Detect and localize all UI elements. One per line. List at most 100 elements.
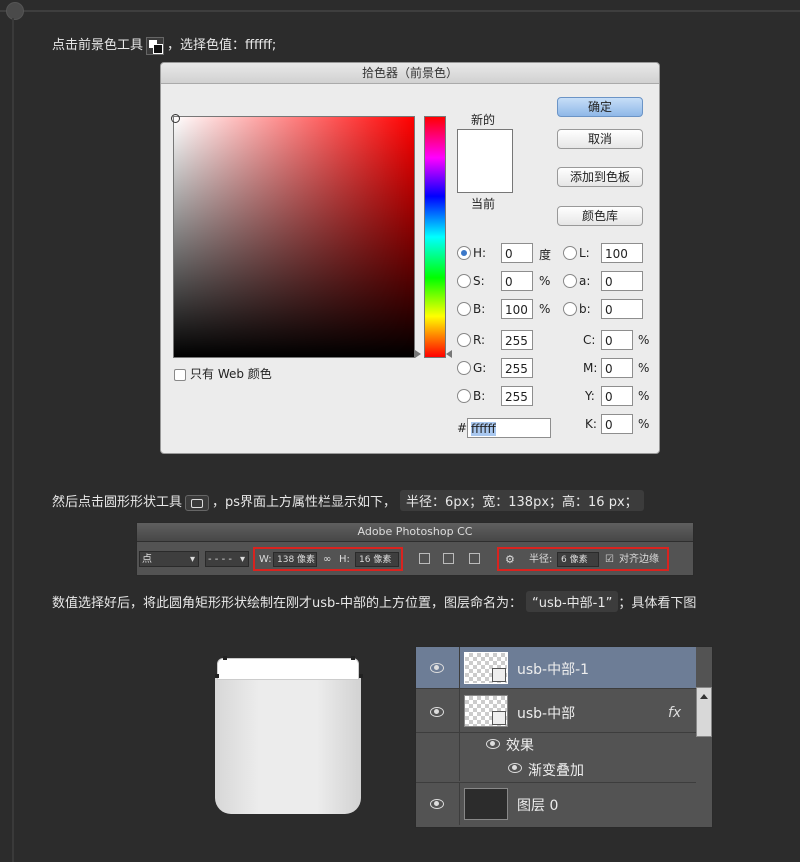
gear-icon[interactable]: ⚙	[505, 552, 515, 567]
lab-b-label: b:	[579, 302, 591, 316]
radius-input[interactable]: 6 像素	[557, 552, 599, 567]
layer-usb-middle[interactable]: usb-中部	[416, 689, 696, 781]
step3-text-before: 数值选择好后，将此圆角矩形形状绘制在刚才usb-中部的上方位置，图层命名为：	[52, 596, 522, 611]
path-alignment-icon[interactable]	[443, 553, 454, 564]
black-input[interactable]: 0	[601, 414, 633, 434]
cyan-unit: %	[638, 333, 650, 347]
yellow-input[interactable]: 0	[601, 386, 633, 406]
step1-value: ffffff;	[245, 38, 277, 53]
step2-text-after: ，ps界面上方属性栏显示如下，	[212, 495, 397, 510]
eye-icon[interactable]	[430, 707, 444, 717]
path-operations-icon[interactable]	[419, 553, 430, 564]
color-field[interactable]	[171, 114, 415, 358]
radius-label: 半径:	[529, 554, 553, 565]
layer-name: 图层 0	[517, 798, 559, 814]
foreground-color-tool-icon	[146, 36, 165, 55]
layer-thumbnail	[464, 788, 508, 820]
usb-body	[215, 678, 361, 814]
path-arrangement-icon[interactable]	[469, 553, 480, 564]
usb-shape-preview	[213, 656, 363, 814]
hue-radio[interactable]	[457, 246, 471, 260]
green-radio[interactable]	[457, 361, 471, 375]
eye-icon[interactable]	[486, 739, 500, 749]
stroke-width-dropdown[interactable]: 点 ▾	[139, 551, 199, 567]
align-edges-checkbox[interactable]: ☑	[605, 552, 614, 567]
size-highlight-box: W: 138 像素 ∞ H: 16 像素	[253, 547, 403, 571]
green-input[interactable]: 255	[501, 358, 533, 378]
cyan-input[interactable]: 0	[601, 330, 633, 350]
step1-text-before: 点击前景色工具	[52, 38, 144, 53]
blue-input[interactable]: 255	[501, 386, 533, 406]
step3-text-after: ；具体看下图	[618, 596, 697, 611]
anchor-point	[351, 656, 355, 660]
color-field-marker[interactable]	[171, 114, 180, 123]
link-icon[interactable]: ∞	[323, 552, 331, 567]
effects-row[interactable]: 效果	[416, 733, 696, 757]
add-to-swatches-button[interactable]: 添加到色板	[557, 167, 643, 187]
scrollbar[interactable]	[696, 687, 712, 737]
layer-divider	[459, 647, 460, 689]
layer-thumbnail	[464, 652, 508, 684]
height-input[interactable]: 16 像素	[355, 552, 399, 567]
hue-slider-right-arrow-icon[interactable]	[446, 350, 452, 358]
saturation-input[interactable]: 0	[501, 271, 533, 291]
lab-l-label: L:	[579, 246, 590, 260]
lab-a-label: a:	[579, 274, 591, 288]
hex-label: #	[457, 421, 468, 435]
saturation-unit: %	[539, 274, 551, 288]
anchor-point	[359, 674, 363, 678]
height-label: H:	[339, 554, 350, 565]
layer-name: usb-中部-1	[517, 662, 590, 678]
hex-value: ffffff	[471, 422, 496, 436]
width-label: W:	[259, 554, 272, 565]
cyan-label: C:	[583, 333, 596, 347]
chevron-down-icon: ▾	[189, 554, 195, 565]
eye-icon[interactable]	[430, 663, 444, 673]
brightness-input[interactable]: 100	[501, 299, 533, 319]
web-colors-only-checkbox[interactable]: 只有 Web 颜色	[174, 365, 272, 382]
align-edges-label: 对齐边缘	[619, 554, 659, 565]
layer-divider	[459, 783, 460, 825]
width-input[interactable]: 138 像素	[273, 552, 317, 567]
checkbox-icon[interactable]	[174, 368, 186, 381]
shape-badge-icon	[492, 711, 506, 725]
layer-name: usb-中部	[517, 706, 576, 722]
step3-text: 数值选择好后，将此圆角矩形形状绘制在刚才usb-中部的上方位置，图层命名为： “u…	[52, 591, 696, 612]
lab-b-radio[interactable]	[563, 302, 577, 316]
layer-usb-middle-1[interactable]: usb-中部-1	[416, 647, 696, 689]
color-libraries-button[interactable]: 颜色库	[557, 206, 643, 226]
green-label: G:	[473, 361, 487, 375]
stroke-width-value: 点	[142, 554, 152, 565]
eye-icon[interactable]	[430, 799, 444, 809]
layer-0[interactable]: 图层 0	[416, 783, 696, 825]
lab-a-radio[interactable]	[563, 274, 577, 288]
hue-label: H:	[473, 246, 487, 260]
red-input[interactable]: 255	[501, 330, 533, 350]
lab-b-input[interactable]: 0	[601, 299, 643, 319]
red-radio[interactable]	[457, 333, 471, 347]
hue-slider[interactable]	[424, 116, 446, 358]
brightness-radio[interactable]	[457, 302, 471, 316]
color-picker-dialog: 拾色器（前景色） 只有 Web 颜色 新的 当前 确定 取消 添加到色板 颜色库…	[160, 62, 660, 454]
gradient-overlay-row[interactable]: 渐变叠加	[416, 757, 696, 783]
ok-button[interactable]: 确定	[557, 97, 643, 117]
fx-icon[interactable]: fx	[668, 705, 681, 721]
magenta-input[interactable]: 0	[601, 358, 633, 378]
blue-radio[interactable]	[457, 389, 471, 403]
lab-l-input[interactable]: 100	[601, 243, 643, 263]
hue-input[interactable]: 0	[501, 243, 533, 263]
anchor-point	[215, 674, 219, 678]
lab-l-radio[interactable]	[563, 246, 577, 260]
saturation-radio[interactable]	[457, 274, 471, 288]
hue-slider-left-arrow-icon[interactable]	[415, 350, 421, 358]
stroke-style-dropdown[interactable]: - - - - ▾	[205, 551, 249, 567]
brightness-label: B:	[473, 302, 486, 316]
lab-a-input[interactable]: 0	[601, 271, 643, 291]
step2-text: 然后点击圆形形状工具 ，ps界面上方属性栏显示如下， 半径：6px；宽：138px；…	[52, 490, 644, 511]
step2-text-before: 然后点击圆形形状工具	[52, 495, 183, 510]
layers-panel: usb-中部-1 usb-中部 fx 效果 渐变叠加 图层 0	[415, 646, 713, 828]
new-color-label: 新的	[471, 113, 496, 127]
cancel-button[interactable]: 取消	[557, 129, 643, 149]
eye-icon[interactable]	[508, 763, 522, 773]
hex-input[interactable]: ffffff	[467, 418, 551, 438]
